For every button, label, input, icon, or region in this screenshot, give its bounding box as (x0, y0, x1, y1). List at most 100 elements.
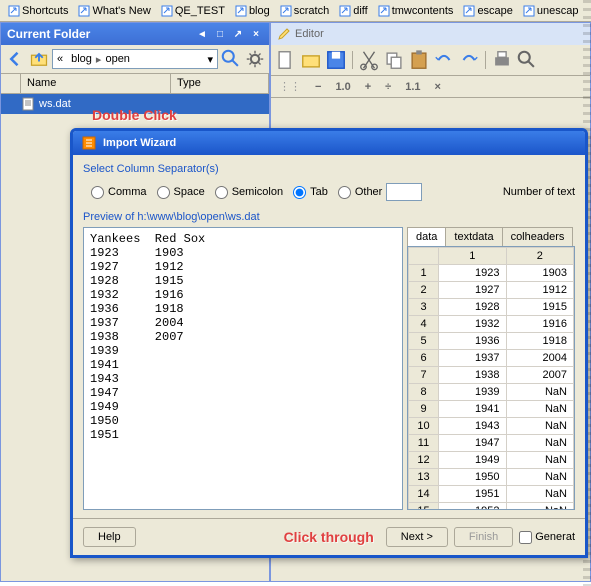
grid-row[interactable]: 111947NaN (409, 435, 574, 452)
grid-row[interactable]: 101943NaN (409, 418, 574, 435)
shortcut-item[interactable]: Shortcuts (4, 3, 72, 19)
shortcut-icon (161, 5, 173, 17)
new-file-button[interactable] (275, 49, 297, 71)
shortcut-icon (523, 5, 535, 17)
zoom-value: 1.0 (335, 81, 350, 93)
preview-text-area[interactable]: Yankees Red Sox 1923 1903 1927 1912 1928… (83, 227, 403, 510)
paste-button[interactable] (408, 49, 430, 71)
annotation-click-through: Click through (284, 529, 374, 545)
preview-tab-row: data textdata colheaders (407, 227, 575, 246)
shortcut-icon (78, 5, 90, 17)
cut-button[interactable] (358, 49, 380, 71)
grid-row[interactable]: 419321916 (409, 316, 574, 333)
nav-bar: « blog ▸ open ▾ (1, 45, 269, 74)
shortcut-icon (378, 5, 390, 17)
breadcrumb-prefix: « (57, 53, 63, 65)
back-button[interactable] (4, 48, 26, 70)
redo-button[interactable] (458, 49, 480, 71)
shortcut-icon (8, 5, 20, 17)
annotation-double-click: Double Click (92, 107, 177, 123)
grid-row[interactable]: 619372004 (409, 350, 574, 367)
wizard-subtitle: Select Column Separator(s) (83, 163, 575, 175)
radio-comma[interactable]: Comma (91, 186, 147, 199)
grid-row[interactable]: 219271912 (409, 282, 574, 299)
grid-row[interactable]: 141951NaN (409, 486, 574, 503)
shortcut-icon (339, 5, 351, 17)
separator-options: Comma Space Semicolon Tab Other Number o… (83, 183, 575, 201)
shortcut-item[interactable]: What's New (74, 3, 154, 19)
shortcut-item[interactable]: QE_TEST (157, 3, 229, 19)
wizard-icon (81, 135, 97, 151)
num-text-label: Number of text (503, 186, 575, 198)
grid-row[interactable]: 131950NaN (409, 469, 574, 486)
file-icon (21, 97, 35, 111)
radio-other[interactable]: Other (338, 183, 423, 201)
undo-button[interactable] (433, 49, 455, 71)
shortcut-item[interactable]: unescap (519, 3, 583, 19)
help-button[interactable]: Help (83, 527, 136, 547)
copy-button[interactable] (383, 49, 405, 71)
grid-row[interactable]: 719382007 (409, 367, 574, 384)
panel-titlebar: Current Folder ◄ □ ↗ × (1, 23, 269, 45)
preview-label: Preview of h:\www\blog\open\ws.dat (83, 211, 575, 223)
grid-col-header[interactable]: 1 (439, 248, 507, 265)
find-button[interactable] (516, 49, 538, 71)
breadcrumb[interactable]: « blog ▸ open ▾ (52, 49, 218, 69)
radio-space[interactable]: Space (157, 186, 205, 199)
tab-textdata[interactable]: textdata (445, 227, 502, 246)
gear-button[interactable] (244, 48, 266, 70)
panel-restore-icon[interactable]: □ (213, 27, 227, 41)
up-folder-button[interactable] (28, 48, 50, 70)
panel-close-icon[interactable]: × (249, 27, 263, 41)
tab-colheaders[interactable]: colheaders (502, 227, 574, 246)
zoom-value-2: 1.1 (405, 81, 420, 93)
shortcut-icon (280, 5, 292, 17)
editor-title: Editor (295, 28, 324, 40)
shortcut-item[interactable]: scratch (276, 3, 333, 19)
search-button[interactable] (220, 48, 242, 70)
shortcut-icon (463, 5, 475, 17)
grid-row[interactable]: 519361918 (409, 333, 574, 350)
editor-titlebar: Editor (271, 23, 590, 45)
grid-row[interactable]: 151952NaN (409, 503, 574, 511)
shortcut-item[interactable]: blog (231, 3, 274, 19)
panel-undock-icon[interactable]: ↗ (231, 27, 245, 41)
radio-semicolon[interactable]: Semicolon (215, 186, 283, 199)
import-wizard-dialog: Import Wizard Select Column Separator(s)… (70, 128, 588, 558)
editor-toolbar (271, 45, 590, 76)
grid-row[interactable]: 81939NaN (409, 384, 574, 401)
editor-zoom-toolbar: ⋮⋮ − 1.0 + ÷ 1.1 × (271, 76, 590, 98)
shortcut-icon (235, 5, 247, 17)
column-header-name[interactable]: Name (21, 74, 171, 93)
tab-data[interactable]: data (407, 227, 446, 246)
grid-row[interactable]: 121949NaN (409, 452, 574, 469)
print-button[interactable] (491, 49, 513, 71)
grid-row[interactable]: 91941NaN (409, 401, 574, 418)
divide-button[interactable]: ÷ (385, 81, 391, 93)
shortcut-item[interactable]: tmwcontents (374, 3, 458, 19)
shortcuts-bar: ShortcutsWhat's NewQE_TESTblogscratchdif… (0, 0, 591, 22)
plus-button[interactable]: + (365, 81, 371, 93)
other-separator-input[interactable] (386, 183, 422, 201)
radio-tab[interactable]: Tab (293, 186, 328, 199)
finish-button: Finish (454, 527, 513, 547)
data-grid[interactable]: 1211923190321927191231928191541932191651… (407, 246, 575, 510)
open-button[interactable] (300, 49, 322, 71)
generate-checkbox[interactable]: Generat (519, 531, 575, 544)
breadcrumb-part: open (105, 53, 129, 65)
save-button[interactable] (325, 49, 347, 71)
next-button[interactable]: Next > (386, 527, 448, 547)
multiply-button[interactable]: × (435, 81, 441, 93)
breadcrumb-part: blog (71, 53, 92, 65)
shortcut-item[interactable]: diff (335, 3, 371, 19)
wizard-title: Import Wizard (103, 137, 176, 149)
grid-col-header[interactable]: 2 (506, 248, 574, 265)
grid-row[interactable]: 319281915 (409, 299, 574, 316)
panel-prev-icon[interactable]: ◄ (195, 27, 209, 41)
grid-row[interactable]: 119231903 (409, 265, 574, 282)
panel-title: Current Folder (7, 27, 90, 41)
minus-button[interactable]: − (315, 81, 321, 93)
column-header-type[interactable]: Type (171, 74, 269, 93)
wizard-footer: Help Click through Next > Finish Generat (73, 518, 585, 555)
shortcut-item[interactable]: escape (459, 3, 516, 19)
